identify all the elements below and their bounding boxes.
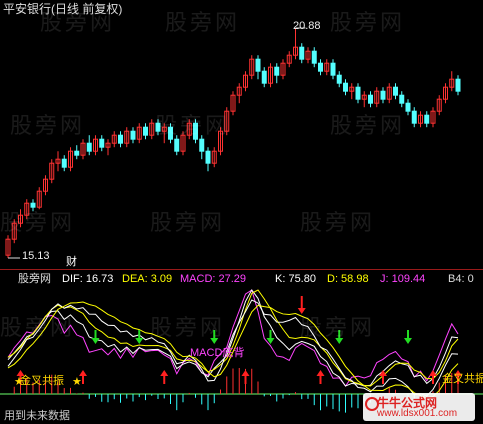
indicator-name: 股旁网 (18, 273, 51, 285)
golden-cross-annotation-right: 金叉共振 (442, 373, 483, 385)
stamp-url: www.ldsx001.com (377, 408, 458, 419)
candle-body (205, 150, 211, 164)
candle-body (411, 110, 417, 124)
candle-body (318, 62, 323, 72)
chart-title: 平安银行(日线 前复权) (3, 2, 123, 16)
candle-body (393, 86, 398, 96)
buy-arrow-icon (241, 370, 250, 384)
candle-body (74, 150, 80, 156)
pane-divider (0, 269, 483, 270)
candle-body (399, 94, 405, 104)
future-data-note: 用到未来数据 (4, 410, 70, 422)
candle-body (336, 74, 342, 84)
buy-arrow-icon (316, 370, 325, 384)
macd-label: MACD: 27.29 (180, 273, 247, 285)
watermark: 股旁网 (300, 316, 376, 341)
low-price-label: 15.13 (22, 250, 50, 262)
candle-body (311, 50, 317, 64)
candle-body (368, 94, 373, 104)
k-label: K: 75.80 (275, 273, 316, 285)
dea-label: DEA: 3.09 (122, 273, 173, 285)
golden-cross-annotation-left: 金叉共振 (20, 375, 64, 387)
watermark: 股旁网 (150, 211, 226, 236)
finance-marker: 财 (66, 256, 77, 268)
watermark: 股旁网 (330, 11, 406, 36)
candle-body (424, 114, 430, 124)
candle-body (330, 62, 336, 76)
watermark: 股旁网 (0, 211, 76, 236)
watermark: 股旁网 (330, 114, 406, 139)
candle-body (261, 70, 267, 84)
candle-body (255, 58, 261, 72)
d-label: D: 58.98 (327, 273, 369, 285)
candle-body (380, 90, 386, 100)
watermark: 股旁网 (300, 211, 376, 236)
buy-arrow-icon (379, 370, 387, 384)
candle-body (343, 82, 348, 92)
dif-label: DIF: 16.73 (62, 273, 114, 285)
b4-label: B4: 0 (448, 273, 474, 285)
sell-arrow-icon (404, 330, 412, 344)
candle-body (143, 126, 148, 136)
sell-arrow-icon (91, 330, 100, 344)
candle-body (274, 66, 280, 76)
candle-body (130, 130, 136, 140)
candle-body (86, 142, 92, 152)
candle-body (61, 158, 67, 168)
star-icon: ★ (72, 376, 82, 388)
watermark: 股旁网 (155, 114, 231, 139)
macd-divergence-annotation: MACD底背 (190, 347, 245, 359)
j-label: J: 109.44 (380, 273, 426, 285)
candle-body (174, 138, 180, 152)
candle-body (99, 138, 105, 148)
buy-arrow-icon (160, 370, 169, 384)
candle-body (199, 138, 205, 152)
site-stamp: 牛牛公式网 www.ldsx001.com (363, 393, 475, 421)
watermark: 股旁网 (150, 316, 226, 341)
candle-body (118, 134, 123, 144)
candle-body (455, 78, 461, 92)
buy-arrow-icon (429, 370, 437, 384)
candle-body (405, 102, 411, 112)
watermark: 股旁网 (10, 114, 86, 139)
candle-body (299, 46, 305, 60)
candle-body (355, 86, 361, 100)
high-price-label: 20.88 (293, 20, 321, 32)
watermark: 股旁网 (0, 316, 76, 341)
watermark: 股旁网 (165, 11, 241, 36)
